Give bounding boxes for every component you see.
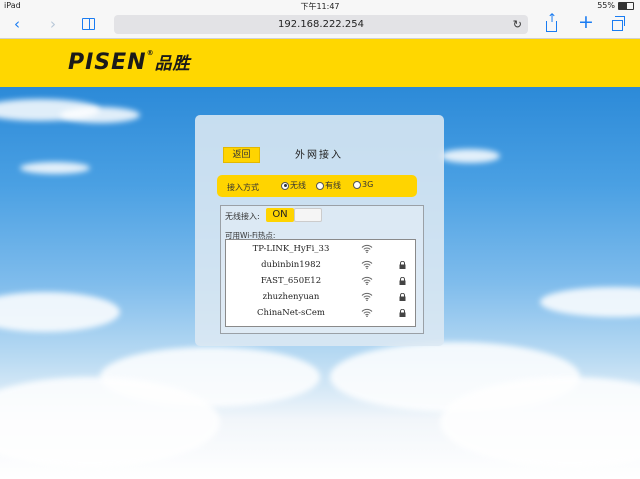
- wifi-signal-icon: [361, 308, 373, 317]
- wifi-signal-icon: [361, 276, 373, 285]
- network-ssid: dubinbin1982: [261, 260, 321, 270]
- network-row[interactable]: TP-LINK_HyFi_33: [226, 241, 415, 257]
- page-title: 外网接入: [295, 150, 343, 161]
- network-ssid: ChinaNet-sCem: [257, 308, 325, 318]
- radio-3g[interactable]: 3G: [353, 180, 373, 189]
- radio-label: 有线: [325, 181, 341, 190]
- book-icon: [82, 18, 95, 30]
- url-text: 192.168.222.254: [278, 19, 364, 30]
- wireless-toggle[interactable]: ON: [266, 208, 322, 222]
- radio-label: 3G: [362, 180, 374, 189]
- radio-icon: [353, 180, 361, 189]
- tabs-icon: [612, 16, 625, 31]
- network-ssid: TP-LINK_HyFi_33: [252, 244, 330, 254]
- network-row[interactable]: zhuzhenyuan: [226, 289, 415, 305]
- pisen-logo: PISEN®品胜: [68, 49, 191, 75]
- lock-icon: [399, 277, 406, 285]
- battery-percent: 55%: [597, 1, 615, 10]
- lock-icon: [399, 309, 406, 317]
- wifi-signal-icon: [361, 244, 373, 253]
- bookmarks-button[interactable]: [82, 15, 95, 30]
- wan-access-panel: 返回 外网接入 接入方式 无线 有线 3G 无线接入: ON 可用Wi-Fi热点…: [195, 115, 444, 346]
- radio-wireless[interactable]: 无线: [281, 180, 306, 191]
- new-tab-icon[interactable]: +: [578, 13, 594, 32]
- status-bar: iPad 下午11:47 55%: [0, 0, 640, 12]
- forward-arrow-icon[interactable]: ›: [50, 15, 56, 33]
- battery-icon: [618, 1, 634, 10]
- network-row[interactable]: dubinbin1982: [226, 257, 415, 273]
- wireless-access-label: 无线接入:: [225, 212, 260, 221]
- toggle-state: ON: [266, 208, 294, 222]
- back-arrow-icon[interactable]: ‹: [14, 15, 20, 33]
- registered-mark: ®: [146, 49, 155, 57]
- network-ssid: zhuzhenyuan: [262, 292, 320, 302]
- browser-toolbar: ‹ › 192.168.222.254 ↻ +: [0, 9, 640, 39]
- battery-status: 55%: [597, 1, 634, 10]
- network-row[interactable]: FAST_650E12: [226, 273, 415, 289]
- clock: 下午11:47: [300, 2, 340, 11]
- access-mode-row: 接入方式 无线 有线 3G: [217, 175, 417, 197]
- share-button[interactable]: [546, 9, 557, 32]
- site-header: PISEN®品胜: [0, 39, 640, 87]
- toggle-knob: [294, 208, 322, 222]
- wireless-section: 无线接入: ON 可用Wi-Fi热点: TP-LINK_HyFi_33 dubi…: [220, 205, 424, 334]
- lock-icon: [399, 293, 406, 301]
- tabs-button[interactable]: [612, 15, 625, 31]
- radio-wired[interactable]: 有线: [316, 180, 341, 191]
- network-ssid: FAST_650E12: [260, 276, 322, 286]
- share-icon: [546, 9, 557, 32]
- network-row[interactable]: ChinaNet-sCem: [226, 305, 415, 321]
- wifi-signal-icon: [361, 260, 373, 269]
- radio-icon: [281, 181, 289, 190]
- wifi-signal-icon: [361, 292, 373, 301]
- reload-icon[interactable]: ↻: [513, 15, 522, 34]
- logo-text-cn: 品胜: [154, 54, 191, 74]
- network-list: TP-LINK_HyFi_33 dubinbin1982 FAST_650E12…: [225, 239, 416, 327]
- logo-text: PISEN: [68, 50, 147, 75]
- access-mode-label: 接入方式: [227, 183, 259, 192]
- radio-label: 无线: [290, 181, 306, 190]
- lock-icon: [399, 261, 406, 269]
- back-button[interactable]: 返回: [223, 147, 260, 163]
- address-bar[interactable]: 192.168.222.254 ↻: [114, 15, 528, 34]
- radio-icon: [316, 181, 324, 190]
